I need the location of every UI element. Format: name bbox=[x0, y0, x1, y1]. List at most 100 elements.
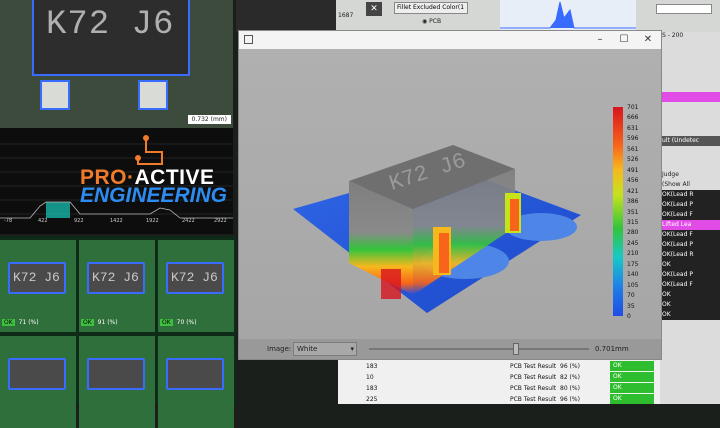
fillet-color-select[interactable]: Fillet Excluded Color(1 bbox=[394, 2, 468, 14]
thumb-status: OK bbox=[81, 319, 94, 326]
list-item[interactable]: OK(Lead F bbox=[660, 280, 720, 290]
colorbar-label: 0 bbox=[627, 313, 631, 320]
thumb-status: OK bbox=[2, 319, 15, 326]
image-select-value: White bbox=[297, 345, 318, 353]
thumb-chip: K72 J6 bbox=[8, 262, 66, 294]
colorbar-label: 175 bbox=[627, 260, 639, 268]
colorbar-label: 70 bbox=[627, 292, 635, 300]
list-item[interactable]: OK(Lead F bbox=[660, 210, 720, 220]
thumb-chip: K72 J6 bbox=[87, 262, 145, 294]
table-row[interactable]: 225 PCB Test Result 96 (%) OK bbox=[338, 394, 660, 404]
thumb-chip: K72 J6 bbox=[166, 262, 224, 294]
background-app-header: 1687 ✕ Fillet Excluded Color(1 ◉ PCB bbox=[236, 0, 720, 32]
list-item[interactable]: OK bbox=[660, 260, 720, 270]
chevron-down-icon: ▾ bbox=[350, 345, 354, 353]
row-label: PCB Test Result bbox=[510, 363, 557, 370]
thumb-marking: K72 J6 bbox=[171, 270, 218, 285]
axis-tick: -78 bbox=[4, 218, 13, 224]
thumbnail[interactable] bbox=[158, 336, 234, 428]
histogram bbox=[500, 0, 636, 30]
thumb-score: 71 (%) bbox=[18, 319, 39, 326]
minimize-button[interactable]: – bbox=[589, 33, 611, 47]
table-row[interactable]: 183 PCB Test Result 80 (%) OK bbox=[338, 383, 660, 393]
list-item[interactable]: OK(Lead P bbox=[660, 240, 720, 250]
pad-left bbox=[40, 80, 70, 110]
list-item[interactable]: Lifted Lea bbox=[660, 220, 720, 230]
row-pct: 96 (%) bbox=[560, 396, 580, 403]
magenta-bar bbox=[660, 92, 720, 102]
row-label: PCB Test Result bbox=[510, 374, 557, 381]
3d-viewport[interactable]: K72 J6 701 666 631 596 561 526 491 456 421 386 351… bbox=[239, 49, 661, 339]
camera-view-top: K72 J6 0.732 (mm) bbox=[0, 0, 233, 128]
table-row[interactable]: 10 PCB Test Result 82 (%) OK bbox=[338, 372, 660, 382]
colorbar-label: 526 bbox=[627, 156, 639, 164]
range-label: S - 200 bbox=[662, 32, 684, 39]
pad-right bbox=[138, 80, 168, 110]
image-label: Image: bbox=[267, 345, 292, 353]
thumb-chip bbox=[8, 358, 66, 390]
colorbar-label: 596 bbox=[627, 135, 639, 143]
colorbar-label: 631 bbox=[627, 124, 639, 132]
row-label: PCB Test Result bbox=[510, 396, 557, 403]
image-select[interactable]: White ▾ bbox=[293, 342, 357, 356]
setting-field[interactable] bbox=[656, 4, 712, 14]
close-window-button[interactable]: ✕ bbox=[637, 33, 659, 47]
colorbar-label: 105 bbox=[627, 281, 639, 289]
thumbnail[interactable]: K72 J6 OK 91 (%) bbox=[79, 240, 155, 332]
row-id: 225 bbox=[366, 396, 378, 403]
thumbnail[interactable]: K72 J6 OK 70 (%) bbox=[158, 240, 234, 332]
dark-column bbox=[236, 0, 336, 32]
thumbnail[interactable] bbox=[79, 336, 155, 428]
list-item[interactable]: OK(Lead P bbox=[660, 270, 720, 280]
thumbnail[interactable]: K72 J6 OK 71 (%) bbox=[0, 240, 76, 332]
list-item[interactable]: Judge bbox=[660, 170, 720, 180]
brand-logo: PRO·ACTIVE ENGINEERING bbox=[80, 166, 227, 208]
close-button[interactable]: ✕ bbox=[366, 2, 382, 16]
height-slider[interactable] bbox=[369, 348, 589, 350]
thumb-marking: K72 J6 bbox=[13, 270, 60, 285]
colorbar-label: 701 bbox=[627, 104, 639, 111]
axis-tick: 1422 bbox=[110, 218, 123, 224]
viewer-bottom-bar: Image: White ▾ 0.701mm bbox=[239, 339, 661, 359]
list-item[interactable]: OK(Lead R bbox=[660, 250, 720, 260]
list-item[interactable]: OK bbox=[660, 290, 720, 300]
3d-model-render: K72 J6 bbox=[293, 145, 581, 313]
colorbar-label: 35 bbox=[627, 302, 635, 310]
row-label: PCB Test Result bbox=[510, 385, 557, 392]
maximize-button[interactable]: ☐ bbox=[613, 33, 635, 47]
thumb-status: OK bbox=[160, 319, 173, 326]
list-item[interactable]: ult (Undetec bbox=[660, 136, 720, 146]
row-pct: 96 (%) bbox=[560, 363, 580, 370]
list-item[interactable]: OK(Lead F bbox=[660, 230, 720, 240]
thumb-score: 70 (%) bbox=[176, 319, 197, 326]
colorbar-label: 210 bbox=[627, 250, 639, 258]
list-item[interactable]: OK(Lead P bbox=[660, 200, 720, 210]
row-status: OK bbox=[610, 394, 654, 404]
colorbar-label: 245 bbox=[627, 239, 639, 247]
code-label: 1687 bbox=[338, 12, 354, 19]
colorbar-label: 140 bbox=[627, 271, 639, 279]
list-item[interactable]: (Show All bbox=[660, 180, 720, 190]
row-status: OK bbox=[610, 361, 654, 371]
thumbnail[interactable] bbox=[0, 336, 76, 428]
colorbar-label: 666 bbox=[627, 114, 639, 122]
roi-box bbox=[32, 0, 190, 76]
row-pct: 82 (%) bbox=[560, 374, 580, 381]
axis-tick: 2422 bbox=[182, 218, 195, 224]
brand-line2: ENGINEERING bbox=[80, 184, 228, 207]
pcb-radio-label[interactable]: ◉ PCB bbox=[422, 18, 441, 25]
colorbar-label: 351 bbox=[627, 208, 639, 216]
slider-knob[interactable] bbox=[513, 343, 519, 355]
row-status: OK bbox=[610, 372, 654, 382]
colorbar-label: 561 bbox=[627, 145, 639, 153]
height-colorbar bbox=[613, 107, 623, 316]
judge-list-panel: S - 200 ult (Undetec Judge (Show All OK(… bbox=[660, 32, 720, 404]
list-item[interactable]: OK bbox=[660, 310, 720, 320]
row-pct: 80 (%) bbox=[560, 385, 580, 392]
axis-tick: 922 bbox=[74, 218, 84, 224]
list-item[interactable]: OK bbox=[660, 300, 720, 310]
table-row[interactable]: 183 PCB Test Result 96 (%) OK bbox=[338, 361, 660, 371]
thumb-chip bbox=[87, 358, 145, 390]
list-item[interactable]: OK(Lead R bbox=[660, 190, 720, 200]
row-status: OK bbox=[610, 383, 654, 393]
